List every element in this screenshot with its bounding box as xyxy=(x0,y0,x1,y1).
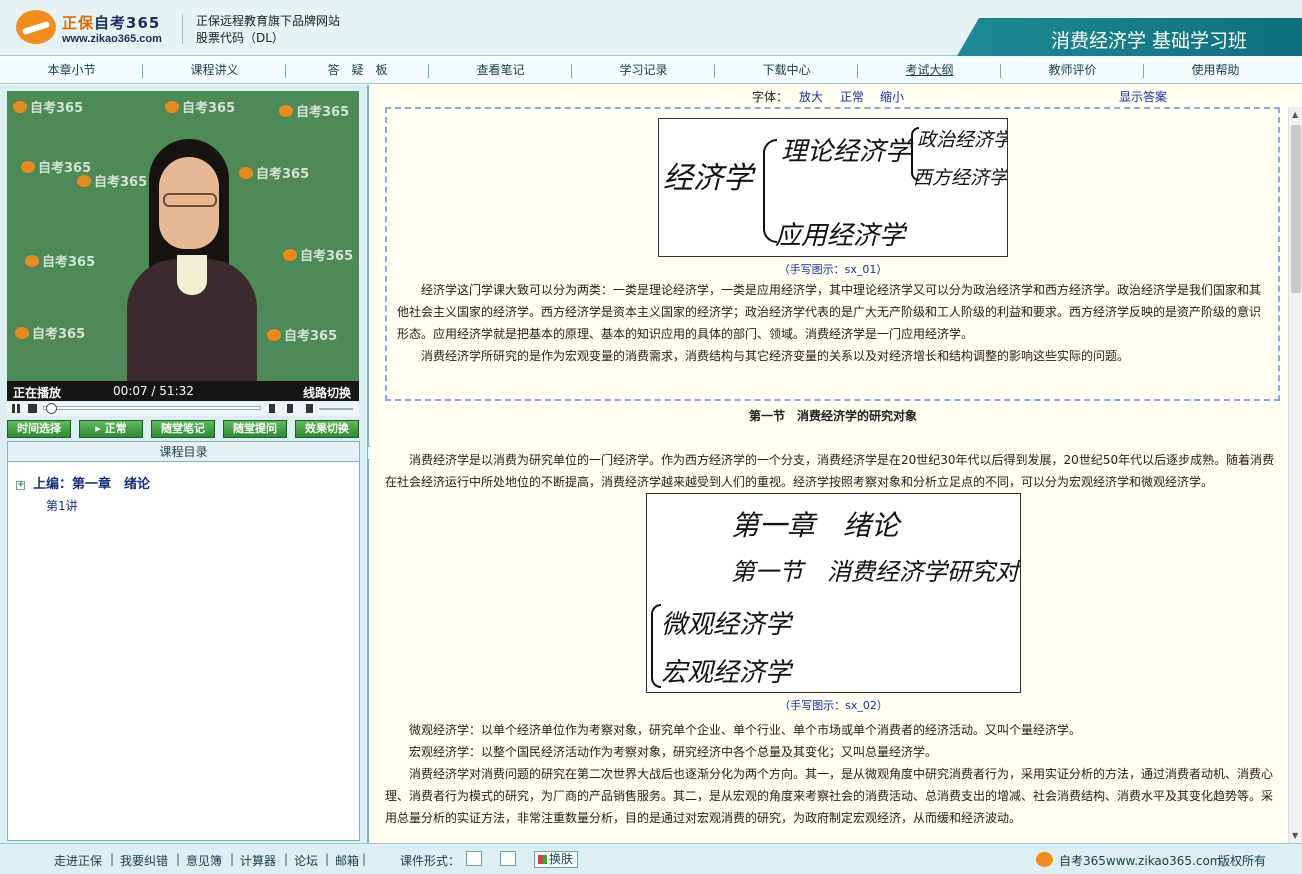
section-title: 第一节 消费经济学的研究对象 xyxy=(748,409,917,423)
figure-caption-2: （手写图示：sx_02） xyxy=(779,699,888,712)
footer-link-calculator[interactable]: 计算器 xyxy=(240,852,276,869)
footer-copyright: 版权所有 xyxy=(1218,854,1267,868)
play-status: 正在播放 xyxy=(13,386,62,400)
paragraph-5: 宏观经济学：以整个国民经济活动作为考察对象，研究经济中各个总量及其变化；又叫总量… xyxy=(409,745,938,759)
logo-brand[interactable]: 正保自考365 xyxy=(62,12,160,33)
class-notes-button[interactable]: 随堂笔记 xyxy=(151,420,215,438)
next-icon[interactable] xyxy=(287,404,293,413)
video-status-bar: 正在播放 00:07 / 51:32 线路切换 xyxy=(7,381,359,401)
format-single-icon[interactable] xyxy=(466,851,482,866)
paragraph-4: 微观经济学：以单个经济单位作为考察对象，研究单个企业、单个行业、单个市场或单个消… xyxy=(409,723,1082,737)
course-title: 消费经济学 基础学习班 xyxy=(1050,30,1247,52)
font-shrink-link[interactable]: 缩小 xyxy=(880,88,904,105)
toc-header: 课程目录 xyxy=(8,442,359,462)
play-icon: ▸ xyxy=(95,422,105,435)
site-header: 正保自考365 www.zikao365.com 正保远程教育旗下品牌网站 股票… xyxy=(0,0,1302,56)
footer-link-feedback[interactable]: 意见簿 xyxy=(186,852,222,869)
paragraph-1: 经济学这门学课大致可以分为两类：一类是理论经济学，一类是应用经济学，其中理论经济… xyxy=(397,283,1262,341)
font-size-bar: 字体： 放大 正常 缩小 显示答案 xyxy=(370,85,1302,105)
nav-download-center[interactable]: 下载中心 xyxy=(715,57,858,84)
video-player[interactable]: 自考365 自考365 自考365 自考365 自考365 自考365 自考36… xyxy=(7,91,359,381)
nav-qa-board[interactable]: 答 疑 板 xyxy=(286,57,429,84)
font-normal-link[interactable]: 正常 xyxy=(840,88,864,105)
show-answer-link[interactable]: 显示答案 xyxy=(1119,88,1167,105)
play-time: 00:07 / 51:32 xyxy=(113,384,194,398)
footer-logo-icon xyxy=(1036,852,1053,867)
scroll-thumb[interactable] xyxy=(1291,125,1301,293)
paragraph-6: 消费经济学对消费问题的研究在第二次世界大战后也逐渐分化为两个方向。其一，是从微观… xyxy=(385,767,1274,825)
seek-handle[interactable] xyxy=(46,403,58,414)
toc-chapter[interactable]: + 上编：第一章 绪论 xyxy=(16,473,150,492)
watermark: 自考365 xyxy=(165,97,235,116)
scroll-down-icon[interactable]: ▼ xyxy=(1292,831,1298,840)
nav-lecture-notes[interactable]: 课程讲义 xyxy=(143,57,286,84)
expand-icon[interactable]: + xyxy=(16,481,25,490)
time-select-button[interactable]: 时间选择 xyxy=(7,420,71,438)
watermark: 自考365 xyxy=(25,251,95,270)
lecture-content: 字体： 放大 正常 缩小 显示答案 经济学 理论经济学 政治经济学 西方经济学 … xyxy=(370,85,1302,843)
nav-help[interactable]: 使用帮助 xyxy=(1144,57,1287,84)
watermark: 自考365 xyxy=(279,101,349,120)
player-controls xyxy=(7,402,359,416)
volume-slider[interactable] xyxy=(319,408,353,410)
volume-icon[interactable] xyxy=(306,404,313,413)
logo-url[interactable]: www.zikao365.com xyxy=(62,33,162,45)
lecturer-figure xyxy=(127,139,257,381)
normal-speed-button[interactable]: ▸ 正常 xyxy=(79,420,143,438)
watermark: 自考365 xyxy=(13,97,83,116)
scroll-up-icon[interactable]: ▲ xyxy=(1292,110,1298,119)
site-footer: 走进正保 | 我要纠错 | 意见簿 | 计算器 | 论坛 | 邮箱 | 课件形式… xyxy=(0,843,1302,874)
change-skin-button[interactable]: 换肤 xyxy=(534,851,578,868)
footer-link-forum[interactable]: 论坛 xyxy=(294,852,318,869)
toc-lesson[interactable]: 第1讲 xyxy=(46,497,78,514)
main-nav: 本章小节 课程讲义 答 疑 板 查看笔记 学习记录 下载中心 考试大纲 教师评价… xyxy=(0,57,1302,84)
watermark: 自考365 xyxy=(283,245,353,264)
panel-splitter[interactable] xyxy=(367,85,369,843)
pause-icon[interactable] xyxy=(12,404,15,413)
course-toc: 课程目录 + 上编：第一章 绪论 第1讲 xyxy=(7,441,360,841)
watermark: 自考365 xyxy=(267,325,337,344)
footer-link-report-error[interactable]: 我要纠错 xyxy=(120,852,168,869)
content-scrollbar[interactable]: ▲ ▼ xyxy=(1288,107,1302,843)
footer-link-about[interactable]: 走进正保 xyxy=(54,852,102,869)
stock-code: 股票代码（DL） xyxy=(196,31,284,45)
nav-study-record[interactable]: 学习记录 xyxy=(572,57,715,84)
format-split-icon[interactable] xyxy=(500,851,516,866)
footer-link-mailbox[interactable]: 邮箱 xyxy=(335,852,359,869)
handwriting-figure-2: 第一章 绪论 第一节 消费经济学研究对象 微观经济学 宏观经济学 xyxy=(646,493,1021,693)
stop-icon[interactable] xyxy=(28,404,37,413)
line-switch-button[interactable]: 线路切换 xyxy=(303,384,351,401)
pause-icon[interactable] xyxy=(17,404,20,413)
skin-icon xyxy=(538,855,547,864)
watermark: 自考365 xyxy=(15,323,85,342)
class-question-button[interactable]: 随堂提问 xyxy=(223,420,287,438)
header-divider xyxy=(182,14,183,44)
figure-caption-1: （手写图示：sx_01） xyxy=(778,263,888,276)
nav-exam-outline[interactable]: 考试大纲 xyxy=(858,57,1001,84)
paragraph-3: 消费经济学是以消费为研究单位的一门经济学。作为西方经济学的一个分支，消费经济学是… xyxy=(385,453,1275,489)
footer-site[interactable]: 自考365www.zikao365.com xyxy=(1059,852,1221,869)
header-tagline: 正保远程教育旗下品牌网站 xyxy=(196,14,341,28)
player-button-bar: 时间选择 ▸ 正常 随堂笔记 随堂提问 效果切换 xyxy=(7,420,359,442)
handwriting-figure-1: 经济学 理论经济学 政治经济学 西方经济学 应用经济学 xyxy=(658,118,1008,257)
seek-bar[interactable] xyxy=(43,403,261,414)
font-enlarge-link[interactable]: 放大 xyxy=(799,88,823,105)
logo-mark-icon xyxy=(16,10,56,44)
nav-teacher-rating[interactable]: 教师评价 xyxy=(1001,57,1144,84)
nav-view-notes[interactable]: 查看笔记 xyxy=(429,57,572,84)
paragraph-2: 消费经济学所研究的是作为宏观变量的消费需求，消费结构与其它经济变量的关系以及对经… xyxy=(421,349,1130,363)
nav-chapter-summary[interactable]: 本章小节 xyxy=(0,57,143,84)
prev-icon[interactable] xyxy=(269,404,275,413)
effect-switch-button[interactable]: 效果切换 xyxy=(295,420,359,438)
left-panel: 自考365 自考365 自考365 自考365 自考365 自考365 自考36… xyxy=(0,85,367,843)
courseware-format-label: 课件形式： xyxy=(400,854,461,868)
font-label: 字体： xyxy=(752,90,789,104)
